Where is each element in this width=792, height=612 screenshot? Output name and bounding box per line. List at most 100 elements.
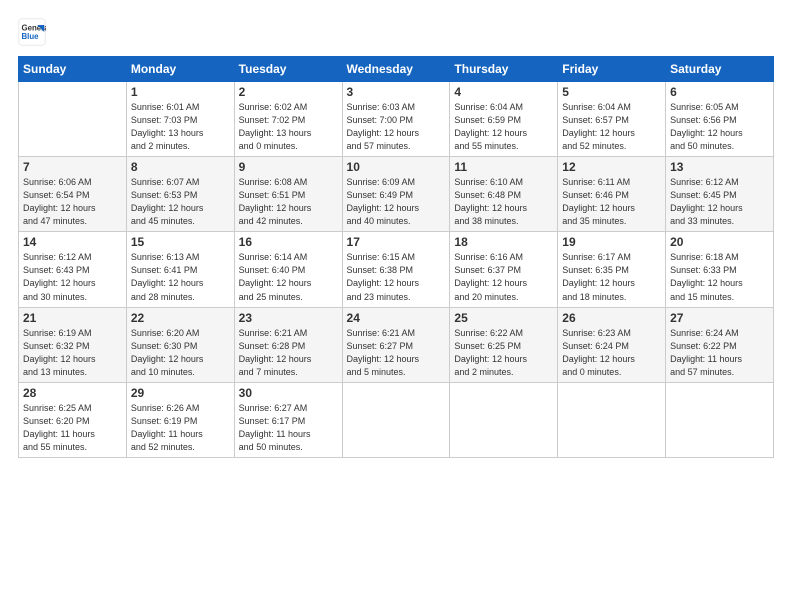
calendar-cell xyxy=(450,382,558,457)
week-row-3: 21Sunrise: 6:19 AM Sunset: 6:32 PM Dayli… xyxy=(19,307,774,382)
weekday-header-saturday: Saturday xyxy=(666,57,774,82)
day-number: 28 xyxy=(23,386,122,400)
svg-text:Blue: Blue xyxy=(22,32,40,41)
day-detail: Sunrise: 6:04 AM Sunset: 6:57 PM Dayligh… xyxy=(562,101,661,153)
logo-icon: General Blue xyxy=(18,18,46,46)
weekday-header-sunday: Sunday xyxy=(19,57,127,82)
calendar-cell: 25 Sunrise: 6:22 AM Sunset: 6:25 PM Dayli… xyxy=(450,307,558,382)
day-number: 9 xyxy=(239,160,338,174)
calendar-cell: 9 Sunrise: 6:08 AM Sunset: 6:51 PM Daylig… xyxy=(234,157,342,232)
calendar-cell: 20 Sunrise: 6:18 AM Sunset: 6:33 PM Dayli… xyxy=(666,232,774,307)
calendar-cell xyxy=(666,382,774,457)
week-row-4: 28 Sunrise: 6:25 AM Sunset: 6:20 PM Dayli… xyxy=(19,382,774,457)
day-detail: Sunrise: 6:20 AM Sunset: 6:30 PM Dayligh… xyxy=(131,327,230,379)
calendar-cell: 14 Sunrise: 6:12 AM Sunset: 6:43 PM Dayli… xyxy=(19,232,127,307)
calendar-cell: 19Sunrise: 6:17 AM Sunset: 6:35 PM Dayli… xyxy=(558,232,666,307)
day-number: 17 xyxy=(347,235,446,249)
day-detail: Sunrise: 6:08 AM Sunset: 6:51 PM Dayligh… xyxy=(239,176,338,228)
week-row-2: 14 Sunrise: 6:12 AM Sunset: 6:43 PM Dayli… xyxy=(19,232,774,307)
day-detail: Sunrise: 6:04 AM Sunset: 6:59 PM Dayligh… xyxy=(454,101,553,153)
day-number: 20 xyxy=(670,235,769,249)
weekday-header-friday: Friday xyxy=(558,57,666,82)
day-detail: Sunrise: 6:15 AM Sunset: 6:38 PM Dayligh… xyxy=(347,251,446,303)
calendar-cell: 29 Sunrise: 6:26 AM Sunset: 6:19 PM Dayli… xyxy=(126,382,234,457)
day-detail: Sunrise: 6:09 AM Sunset: 6:49 PM Dayligh… xyxy=(347,176,446,228)
calendar-cell: 5 Sunrise: 6:04 AM Sunset: 6:57 PM Daylig… xyxy=(558,82,666,157)
day-detail: Sunrise: 6:06 AM Sunset: 6:54 PM Dayligh… xyxy=(23,176,122,228)
day-number: 2 xyxy=(239,85,338,99)
calendar-cell xyxy=(19,82,127,157)
calendar-cell: 26Sunrise: 6:23 AM Sunset: 6:24 PM Dayli… xyxy=(558,307,666,382)
calendar-cell: 10 Sunrise: 6:09 AM Sunset: 6:49 PM Dayli… xyxy=(342,157,450,232)
day-detail: Sunrise: 6:02 AM Sunset: 7:02 PM Dayligh… xyxy=(239,101,338,153)
day-number: 10 xyxy=(347,160,446,174)
day-detail: Sunrise: 6:25 AM Sunset: 6:20 PM Dayligh… xyxy=(23,402,122,454)
weekday-header-tuesday: Tuesday xyxy=(234,57,342,82)
day-number: 8 xyxy=(131,160,230,174)
header: General Blue xyxy=(18,18,774,46)
calendar-cell: 11Sunrise: 6:10 AM Sunset: 6:48 PM Dayli… xyxy=(450,157,558,232)
day-detail: Sunrise: 6:13 AM Sunset: 6:41 PM Dayligh… xyxy=(131,251,230,303)
day-detail: Sunrise: 6:21 AM Sunset: 6:28 PM Dayligh… xyxy=(239,327,338,379)
day-detail: Sunrise: 6:22 AM Sunset: 6:25 PM Dayligh… xyxy=(454,327,553,379)
day-number: 4 xyxy=(454,85,553,99)
day-detail: Sunrise: 6:01 AM Sunset: 7:03 PM Dayligh… xyxy=(131,101,230,153)
day-detail: Sunrise: 6:18 AM Sunset: 6:33 PM Dayligh… xyxy=(670,251,769,303)
calendar-cell: 2 Sunrise: 6:02 AM Sunset: 7:02 PM Daylig… xyxy=(234,82,342,157)
calendar-cell: 27 Sunrise: 6:24 AM Sunset: 6:22 PM Dayli… xyxy=(666,307,774,382)
day-number: 15 xyxy=(131,235,230,249)
calendar-cell: 6Sunrise: 6:05 AM Sunset: 6:56 PM Daylig… xyxy=(666,82,774,157)
day-detail: Sunrise: 6:12 AM Sunset: 6:45 PM Dayligh… xyxy=(670,176,769,228)
calendar-cell xyxy=(558,382,666,457)
day-number: 25 xyxy=(454,311,553,325)
calendar-cell: 1 Sunrise: 6:01 AM Sunset: 7:03 PM Daylig… xyxy=(126,82,234,157)
day-number: 22 xyxy=(131,311,230,325)
calendar-cell: 4 Sunrise: 6:04 AM Sunset: 6:59 PM Daylig… xyxy=(450,82,558,157)
day-detail: Sunrise: 6:27 AM Sunset: 6:17 PM Dayligh… xyxy=(239,402,338,454)
day-number: 23 xyxy=(239,311,338,325)
day-detail: Sunrise: 6:16 AM Sunset: 6:37 PM Dayligh… xyxy=(454,251,553,303)
day-number: 18 xyxy=(454,235,553,249)
day-number: 12 xyxy=(562,160,661,174)
day-number: 3 xyxy=(347,85,446,99)
week-row-1: 7Sunrise: 6:06 AM Sunset: 6:54 PM Daylig… xyxy=(19,157,774,232)
day-detail: Sunrise: 6:05 AM Sunset: 6:56 PM Dayligh… xyxy=(670,101,769,153)
day-number: 27 xyxy=(670,311,769,325)
day-detail: Sunrise: 6:26 AM Sunset: 6:19 PM Dayligh… xyxy=(131,402,230,454)
weekday-header-monday: Monday xyxy=(126,57,234,82)
day-detail: Sunrise: 6:19 AM Sunset: 6:32 PM Dayligh… xyxy=(23,327,122,379)
weekday-header-wednesday: Wednesday xyxy=(342,57,450,82)
day-detail: Sunrise: 6:21 AM Sunset: 6:27 PM Dayligh… xyxy=(347,327,446,379)
week-row-0: 1 Sunrise: 6:01 AM Sunset: 7:03 PM Daylig… xyxy=(19,82,774,157)
day-detail: Sunrise: 6:11 AM Sunset: 6:46 PM Dayligh… xyxy=(562,176,661,228)
day-detail: Sunrise: 6:10 AM Sunset: 6:48 PM Dayligh… xyxy=(454,176,553,228)
calendar-cell: 23 Sunrise: 6:21 AM Sunset: 6:28 PM Dayli… xyxy=(234,307,342,382)
calendar-cell: 3 Sunrise: 6:03 AM Sunset: 7:00 PM Daylig… xyxy=(342,82,450,157)
calendar-cell: 15 Sunrise: 6:13 AM Sunset: 6:41 PM Dayli… xyxy=(126,232,234,307)
day-number: 29 xyxy=(131,386,230,400)
calendar-cell: 13 Sunrise: 6:12 AM Sunset: 6:45 PM Dayli… xyxy=(666,157,774,232)
weekday-header-row: SundayMondayTuesdayWednesdayThursdayFrid… xyxy=(19,57,774,82)
calendar-cell: 12 Sunrise: 6:11 AM Sunset: 6:46 PM Dayli… xyxy=(558,157,666,232)
day-detail: Sunrise: 6:03 AM Sunset: 7:00 PM Dayligh… xyxy=(347,101,446,153)
calendar-cell: 7Sunrise: 6:06 AM Sunset: 6:54 PM Daylig… xyxy=(19,157,127,232)
day-number: 30 xyxy=(239,386,338,400)
day-detail: Sunrise: 6:12 AM Sunset: 6:43 PM Dayligh… xyxy=(23,251,122,303)
calendar-cell: 28 Sunrise: 6:25 AM Sunset: 6:20 PM Dayli… xyxy=(19,382,127,457)
day-detail: Sunrise: 6:23 AM Sunset: 6:24 PM Dayligh… xyxy=(562,327,661,379)
day-number: 14 xyxy=(23,235,122,249)
day-number: 5 xyxy=(562,85,661,99)
calendar-cell: 18 Sunrise: 6:16 AM Sunset: 6:37 PM Dayli… xyxy=(450,232,558,307)
page: General Blue SundayMondayTuesdayWednesda… xyxy=(0,0,792,612)
calendar: SundayMondayTuesdayWednesdayThursdayFrid… xyxy=(18,56,774,458)
day-number: 1 xyxy=(131,85,230,99)
weekday-header-thursday: Thursday xyxy=(450,57,558,82)
day-detail: Sunrise: 6:07 AM Sunset: 6:53 PM Dayligh… xyxy=(131,176,230,228)
day-number: 13 xyxy=(670,160,769,174)
day-number: 16 xyxy=(239,235,338,249)
logo: General Blue xyxy=(18,18,50,46)
day-detail: Sunrise: 6:24 AM Sunset: 6:22 PM Dayligh… xyxy=(670,327,769,379)
calendar-cell: 22 Sunrise: 6:20 AM Sunset: 6:30 PM Dayli… xyxy=(126,307,234,382)
calendar-cell: 21Sunrise: 6:19 AM Sunset: 6:32 PM Dayli… xyxy=(19,307,127,382)
calendar-cell: 30 Sunrise: 6:27 AM Sunset: 6:17 PM Dayli… xyxy=(234,382,342,457)
